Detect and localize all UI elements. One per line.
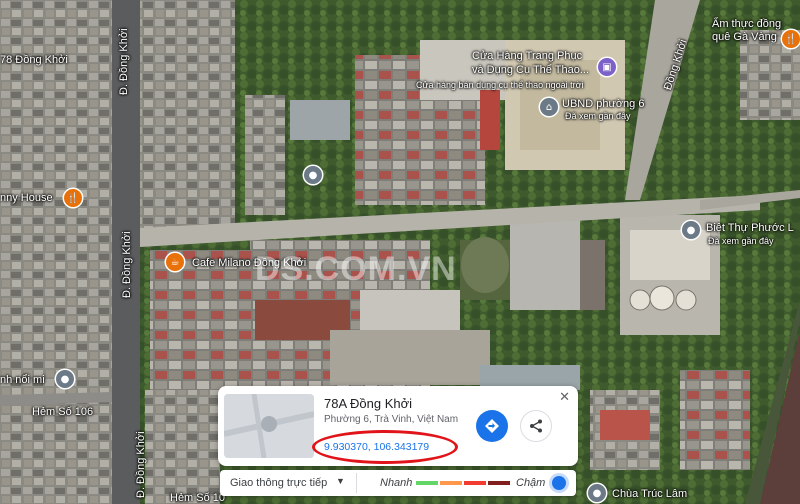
close-icon[interactable]: ✕	[559, 389, 570, 405]
share-button[interactable]	[520, 410, 552, 442]
divider	[356, 473, 357, 493]
legend-swatch	[440, 481, 462, 485]
chua-truc-lam-label: Chùa Trúc Lâm	[612, 488, 688, 500]
place-icon[interactable]: ●	[56, 370, 74, 388]
road-label-dong-khoi-mid: Đ. Đồng Khởi	[121, 231, 133, 298]
chevron-down-icon[interactable]: ▼	[336, 476, 345, 486]
hem-106-bottom-label: Hẻm Số 10	[170, 492, 226, 504]
place-icon[interactable]: ●	[682, 221, 700, 239]
road-label-dong-khoi-top: Đ. Đồng Khởi	[118, 28, 130, 95]
traffic-slow-label: Chậm	[516, 477, 546, 489]
sport-store-label-1: Cửa Hàng Trang Phục	[472, 50, 583, 62]
directions-button[interactable]	[476, 410, 508, 442]
fork-knife-icon[interactable]: 🍴	[782, 30, 800, 48]
sport-store-label-2: và Dụng Cụ Thể Thao...	[472, 64, 589, 76]
legend-swatch	[416, 481, 438, 485]
nh-noi-label: nh nổi mi	[0, 374, 45, 386]
am-thuc-label-1: Ẩm thực đồng	[712, 18, 782, 30]
place-title: 78A Đồng Khởi	[324, 396, 413, 411]
traffic-fast-label: Nhanh	[380, 477, 413, 489]
building-icon[interactable]: ⌂	[540, 98, 558, 116]
place-thumbnail[interactable]	[224, 394, 314, 458]
cup-icon[interactable]: ☕	[166, 253, 184, 271]
legend-swatch	[464, 481, 486, 485]
traffic-label[interactable]: Giao thông trực tiếp	[230, 477, 327, 489]
nny-house-label: nny House	[0, 192, 53, 204]
share-icon	[530, 419, 542, 433]
legend-swatch	[488, 481, 510, 485]
watermark: DS.COM.VN	[255, 250, 457, 288]
place-icon[interactable]: ●	[304, 166, 322, 184]
directions-icon	[485, 419, 499, 433]
red-annotation-circle	[312, 430, 458, 464]
place-icon[interactable]: ●	[588, 484, 606, 502]
road-label-dong-khoi-bottom: Đ. Đồng Khởi	[135, 431, 147, 498]
traffic-legend	[416, 481, 512, 485]
biet-thu-sub-label: Đã xem gần đây	[708, 236, 774, 246]
place-address: Phường 6, Trà Vinh, Việt Nam	[324, 414, 459, 425]
street-label-78-dong-khoi: 78 Đồng Khởi	[0, 54, 68, 66]
ubnd-sub-label: Đã xem gần đây	[565, 111, 631, 121]
am-thuc-label-2: quê Gà Vàng	[712, 31, 777, 43]
traffic-toggle[interactable]	[552, 476, 566, 490]
shopping-bag-icon[interactable]: ▣	[598, 58, 616, 76]
traffic-bar[interactable]: Giao thông trực tiếp ▼ Nhanh Chậm	[220, 470, 576, 496]
hem-106-label: Hẻm Số 106	[32, 406, 94, 418]
fork-knife-icon[interactable]: 🍴	[64, 189, 82, 207]
ubnd-label: UBND phường 6	[562, 98, 645, 110]
biet-thu-label: Biệt Thự Phước L	[706, 222, 794, 234]
sport-store-label-3: Cửa hàng bán dụng cụ thể thao ngoài trời	[416, 80, 584, 90]
